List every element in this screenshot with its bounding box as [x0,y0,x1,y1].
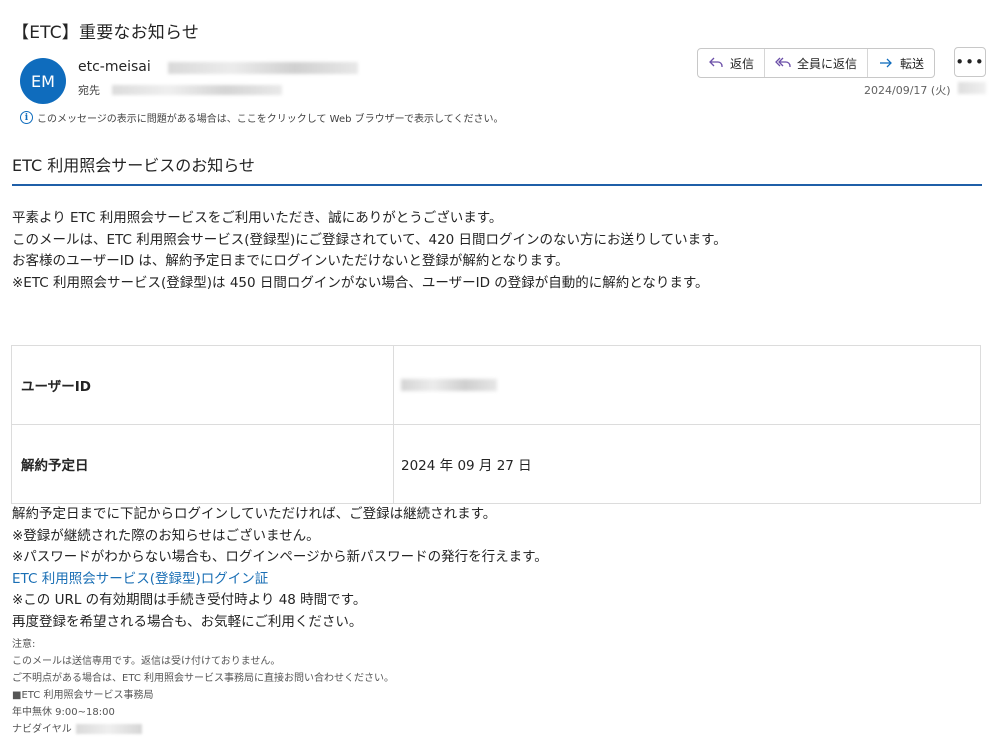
followup-line: 再度登録を希望される場合も、お気軽にご利用ください。 [12,613,363,630]
forward-button[interactable]: 転送 [868,49,934,77]
note-line: 注意: [12,639,36,650]
followup-line: ※パスワードがわからない場合も、ログインページから新パスワードの発行を行えます。 [12,549,548,565]
intro-paragraph: 平素より ETC 利用照会サービスをご利用いただき、誠にありがとうございます。 … [12,208,727,294]
phone-label: ナビダイヤル [12,724,72,735]
cancel-date-label: 解約予定日 [11,424,394,504]
intro-line: お客様のユーザーID は、解約予定日までにログインいただけないと登録が解約となり… [12,253,569,269]
followup-line: 解約予定日までに下記からログインしていただければ、ご登録は継続されます。 [12,506,497,522]
note-line: このメールは送信専用です。返信は受け付けておりません。 [12,656,281,667]
table-row: 解約予定日 2024 年 09 月 27 日 [11,424,981,504]
login-link[interactable]: ETC 利用照会サービス(登録型)ログイン証 [12,569,548,591]
phone-redacted [75,724,142,734]
table-row: ユーザーID [11,345,981,425]
reply-all-icon [775,57,791,67]
message-actions: 返信 全員に返信 転送 [697,48,936,78]
user-id-label: ユーザーID [11,345,394,425]
reply-icon [709,57,723,67]
user-id-redacted [401,379,497,391]
intro-line: 平素より ETC 利用照会サービスをご利用いただき、誠にありがとうございます。 [12,210,503,226]
user-id-value [393,345,981,425]
date-redacted [958,82,986,94]
intro-line: このメールは、ETC 利用照会サービス(登録型)にご登録されていて、420 日間… [12,231,727,248]
received-date: 2024/09/17 (火) [864,84,951,97]
intro-line: ※ETC 利用照会サービス(登録型)は 450 日間ログインがない場合、ユーザー… [12,274,709,291]
info-bar[interactable]: i このメッセージの表示に問題がある場合は、ここをクリックして Web ブラウザ… [20,110,503,125]
reply-button[interactable]: 返信 [698,49,766,77]
more-actions-button[interactable]: ••• [954,47,986,77]
reply-all-label: 全員に返信 [797,56,858,71]
account-info-table: ユーザーID 解約予定日 2024 年 09 月 27 日 [11,345,981,504]
sender-name[interactable]: etc-meisai [78,59,151,75]
sender-avatar[interactable]: EM [20,58,66,104]
cancel-date-value: 2024 年 09 月 27 日 [393,424,981,504]
email-heading: ETC 利用照会サービスのお知らせ [12,156,255,175]
note-line: 年中無休 9:00~18:00 [12,707,115,718]
note-line: ■ETC 利用照会サービス事務局 [12,690,154,701]
followup-paragraph: 解約予定日までに下記からログインしていただければ、ご登録は継続されます。 ※登録… [12,504,548,633]
reply-all-button[interactable]: 全員に返信 [765,49,869,77]
email-subject: 【ETC】重要なお知らせ [12,23,200,43]
sender-email-redacted [168,62,358,74]
note-line: ご不明点がある場合は、ETC 利用照会サービス事務局に直接お問い合わせください。 [12,673,395,684]
phone-line: ナビダイヤル [12,721,394,738]
footer-notes: 注意: このメールは送信専用です。返信は受け付けておりません。 ご不明点がある場… [12,636,394,738]
followup-line: ※登録が継続された際のお知らせはございません。 [12,527,320,544]
recipient-label: 宛先 [78,84,100,97]
info-bar-text[interactable]: このメッセージの表示に問題がある場合は、ここをクリックして Web ブラウザーで… [37,110,503,125]
info-icon: i [20,111,33,124]
followup-line: ※この URL の有効期間は手続き受付時より 48 時間です。 [12,592,367,608]
heading-divider [12,184,982,186]
forward-label: 転送 [900,56,925,71]
reply-label: 返信 [730,56,755,71]
forward-arrow-icon [880,58,892,68]
recipient-redacted [112,85,282,95]
